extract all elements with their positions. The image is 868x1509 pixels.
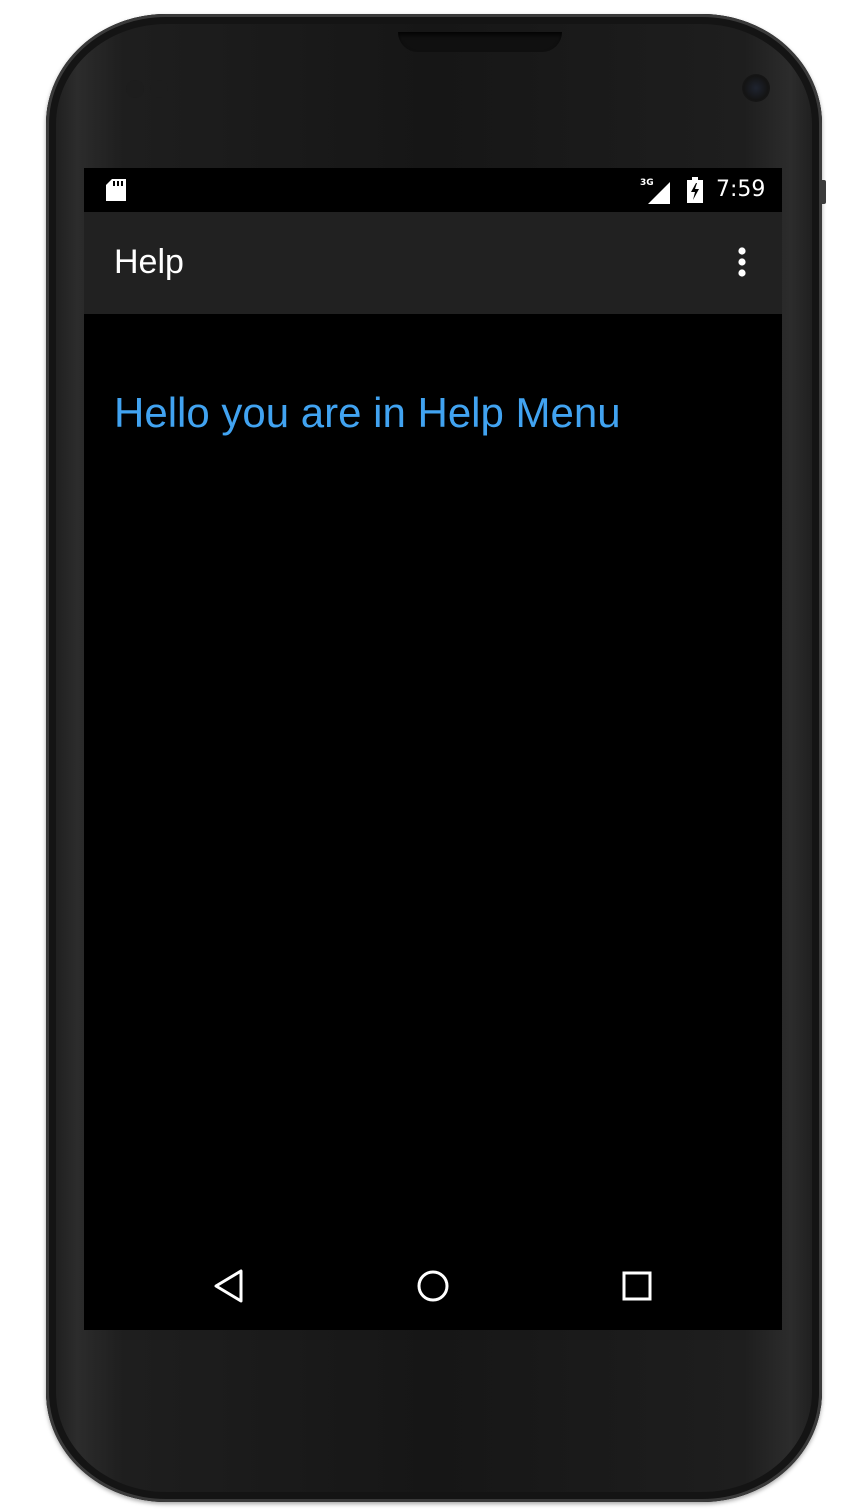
light-sensor [150,80,168,98]
earpiece-speaker [398,32,562,52]
screen: 3G 7:59 Help Hello you are in Help Menu [84,168,782,1330]
back-button[interactable] [199,1258,259,1314]
content-area: Hello you are in Help Menu [84,314,782,1244]
status-clock: 7:59 [716,177,766,202]
action-bar: Help [84,212,782,314]
network-type-label: 3G [640,178,654,188]
sd-card-icon [106,179,126,201]
page-title: Help [114,243,184,281]
recents-icon [622,1271,652,1301]
more-vert-icon [738,247,746,277]
home-button[interactable] [403,1258,463,1314]
back-icon [214,1269,243,1303]
battery-charging-icon [687,177,703,203]
proximity-sensor [126,80,144,98]
help-message: Hello you are in Help Menu [114,389,621,436]
recents-button[interactable] [607,1258,667,1314]
overflow-menu-button[interactable] [724,240,760,288]
power-button[interactable] [820,180,826,204]
status-bar: 3G 7:59 [84,168,782,212]
cell-signal-icon: 3G [640,178,670,204]
home-icon [417,1270,449,1302]
front-camera [742,74,770,102]
navigation-bar [84,1244,782,1330]
